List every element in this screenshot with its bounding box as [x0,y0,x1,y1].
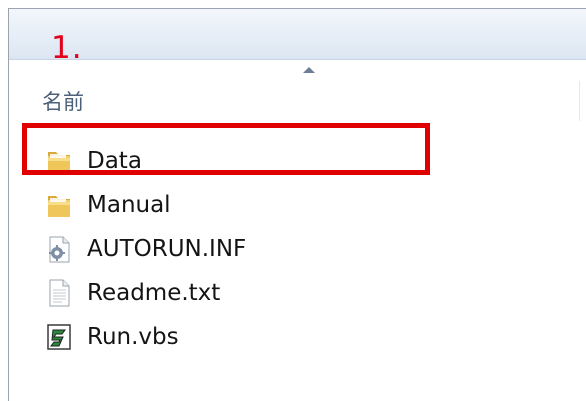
text-file-icon [45,278,73,308]
list-item-autorun[interactable]: AUTORUN.INF [45,229,246,269]
file-name: Readme.txt [87,280,221,306]
list-item-readme[interactable]: Readme.txt [45,273,220,313]
settings-file-icon [45,234,73,264]
column-header-name[interactable]: 名前 [9,73,586,125]
file-name: Manual [87,192,171,218]
list-item-manual[interactable]: Manual [45,185,171,225]
file-name: AUTORUN.INF [87,236,247,262]
folder-icon [45,190,73,220]
column-divider[interactable] [579,81,580,121]
column-header-label: 名前 [42,90,84,114]
script-file-icon [45,322,73,352]
file-name: Run.vbs [87,324,179,350]
explorer-window: 1. 名前 Data Manual AUTORUN.INF Readme.txt… [8,8,586,401]
list-item-run[interactable]: Run.vbs [45,317,179,357]
list-item-data[interactable]: Data [45,141,142,181]
folder-icon [45,146,73,176]
toolbar-area [9,9,586,60]
file-name: Data [87,148,142,174]
step-annotation: 1. [51,30,83,66]
